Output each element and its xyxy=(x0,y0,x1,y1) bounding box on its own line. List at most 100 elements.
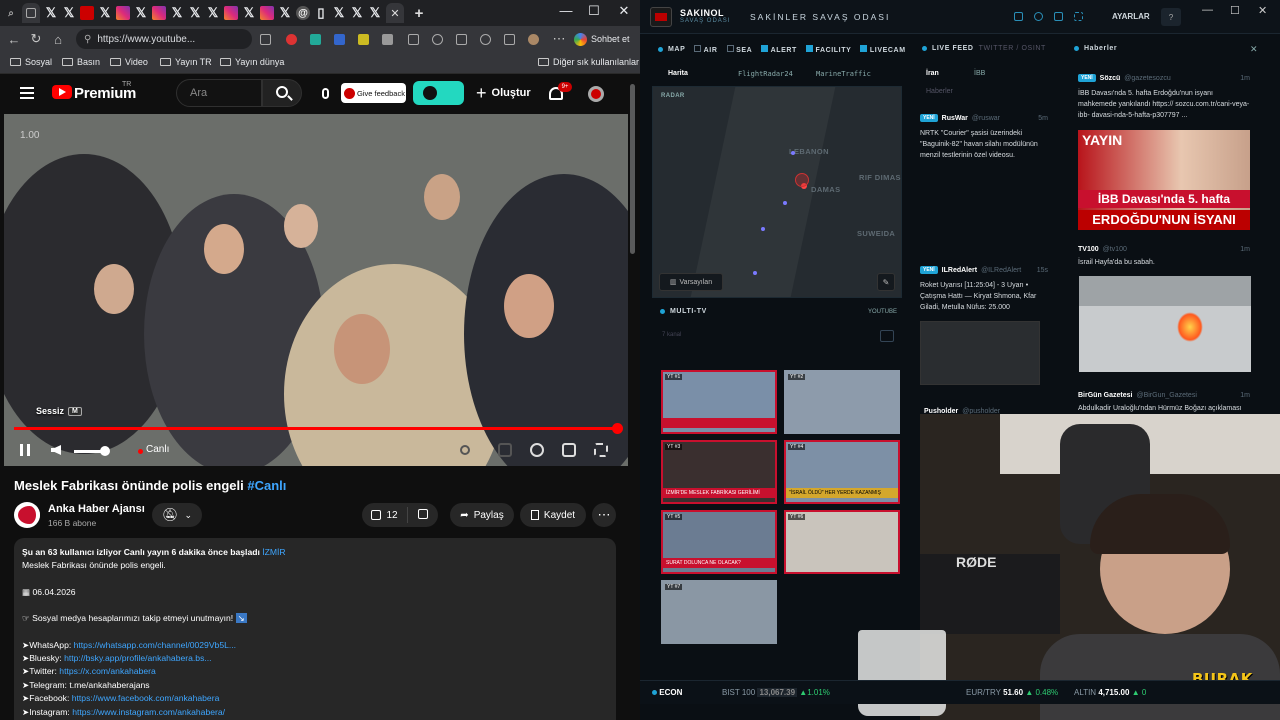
channel-name[interactable]: Anka Haber Ajansı xyxy=(48,503,145,515)
voice-search-button[interactable] xyxy=(314,82,336,104)
checkbox-livecam[interactable] xyxy=(860,45,868,52)
tv-channel-2[interactable]: YT #2 xyxy=(784,370,900,434)
video-progress-bar[interactable] xyxy=(14,423,623,434)
close-window-button[interactable]: ✕ xyxy=(614,3,634,19)
filter-facility[interactable]: FACILITY xyxy=(802,45,851,54)
tv-channel-6[interactable]: YT #6 xyxy=(784,510,900,574)
maximize-button[interactable]: ☐ xyxy=(584,3,604,19)
feed-item-image[interactable] xyxy=(920,321,1040,385)
bookmark-folder[interactable]: Sosyal xyxy=(10,57,52,67)
miniplayer-icon[interactable] xyxy=(562,443,576,457)
broadcast-icon[interactable] xyxy=(1034,12,1043,21)
feed-tab-ibb[interactable]: İBB xyxy=(974,70,985,77)
bluesky-link[interactable]: http://bsky.app/profile/ankahabera.bs... xyxy=(64,653,211,663)
extension-gray-icon[interactable] xyxy=(382,34,393,45)
whatsapp-link[interactable]: https://whatsapp.com/channel/0029Vb5L... xyxy=(74,640,236,650)
filter-alert[interactable]: ALERT xyxy=(757,45,797,54)
page-scrollbar-thumb[interactable] xyxy=(630,84,635,254)
tv-channel-4[interactable]: YT #4 "İSRAİL ÖLDÜ" HER YERDE KAZANMIŞ xyxy=(784,440,900,504)
tv-channel-5[interactable]: YT #5 SURAT DOLUNCA NE OLACAK? xyxy=(661,510,777,574)
news-item[interactable]: BirGün Gazetesi @BirGun_Gazetesi 1m Abdulk… xyxy=(1078,392,1250,414)
channel-avatar[interactable] xyxy=(14,502,40,528)
more-menu-icon[interactable]: ⋯ xyxy=(548,31,570,47)
news-close-icon[interactable]: ✕ xyxy=(1250,44,1258,55)
filter-sea[interactable]: SEA xyxy=(723,45,753,54)
extension-blue-icon[interactable] xyxy=(334,34,345,45)
subtitles-icon[interactable] xyxy=(498,443,512,457)
extension-button[interactable] xyxy=(413,81,464,105)
minimize-button[interactable]: — xyxy=(556,3,576,18)
fullscreen-icon[interactable] xyxy=(594,443,608,457)
tab-x-icon[interactable]: 𝕏 xyxy=(170,5,184,20)
tab-x-icon[interactable]: 𝕏 xyxy=(206,5,220,20)
tab-instagram-icon[interactable] xyxy=(260,6,274,20)
split-view-icon[interactable] xyxy=(408,34,419,45)
video-hashtag-link[interactable]: #Canlı xyxy=(247,478,286,493)
bookmark-folder[interactable]: Yayın TR xyxy=(160,57,212,67)
bookmark-folder[interactable]: Video xyxy=(110,57,148,67)
tab-x-icon[interactable]: 𝕏 xyxy=(242,5,256,20)
volume-muted-icon[interactable] xyxy=(51,445,61,455)
captions-icon[interactable] xyxy=(460,445,470,455)
checkbox-air[interactable] xyxy=(694,45,702,52)
multitv-expand-icon[interactable] xyxy=(880,330,894,342)
help-button[interactable]: ? xyxy=(1161,8,1181,26)
live-label[interactable]: Canlı xyxy=(146,444,169,455)
facebook-link[interactable]: https://www.facebook.com/ankahabera xyxy=(72,693,220,703)
tab-instagram-icon[interactable] xyxy=(224,6,238,20)
tab-harita[interactable]: Harita xyxy=(668,70,688,77)
news-image-ibb[interactable]: YAYIN İBB Davası'nda 5. hafta ERDOĞDU'NU… xyxy=(1078,130,1250,230)
tab-file-icon[interactable]: ▯ xyxy=(314,5,328,20)
tab-x-icon[interactable]: 𝕏 xyxy=(62,5,76,20)
collections-icon[interactable] xyxy=(456,34,467,45)
back-arrow-icon[interactable]: ← xyxy=(3,32,25,47)
map-marker[interactable] xyxy=(783,201,787,205)
radar-map[interactable]: RADAR LEBANON RIF DIMAS DAMAS SUWEIDA ▥ V… xyxy=(652,86,902,298)
search-input[interactable]: Ara xyxy=(176,79,262,107)
tab-x-icon[interactable]: 𝕏 xyxy=(44,5,58,20)
account-avatar[interactable] xyxy=(588,86,604,102)
tab-yt-icon[interactable] xyxy=(80,6,94,20)
reload-icon[interactable]: ↻ xyxy=(25,31,47,47)
news-image-haifa[interactable] xyxy=(1079,276,1251,372)
url-field[interactable]: ⚲ https://www.youtube... xyxy=(76,29,252,49)
map-view-icon[interactable] xyxy=(1014,12,1023,21)
twitter-link[interactable]: https://x.com/ankahabera xyxy=(59,666,156,676)
browser-essentials-icon[interactable] xyxy=(480,34,491,45)
feed-item[interactable]: YENİ ILRedAlert @ILRedAlert 15s Roket Uyarı… xyxy=(920,266,1048,385)
extensions-icon[interactable] xyxy=(504,34,515,45)
tab-x-icon[interactable]: 𝕏 xyxy=(332,5,346,20)
tab-x-icon[interactable]: 𝕏 xyxy=(368,5,382,20)
location-link[interactable]: İZMİR xyxy=(262,547,285,557)
extension-yellow-icon[interactable] xyxy=(358,34,369,45)
site-info-icon[interactable]: ⚲ xyxy=(84,34,91,45)
favorites-icon[interactable] xyxy=(432,34,443,45)
tab-marinetraffic[interactable]: MarineTraffic xyxy=(816,70,871,78)
tab-x-icon[interactable]: 𝕏 xyxy=(278,5,292,20)
tab-close-icon[interactable]: ✕ xyxy=(386,3,404,23)
tab-x-icon[interactable]: 𝕏 xyxy=(98,5,112,20)
extension-green-icon[interactable] xyxy=(310,34,321,45)
tab-x-icon[interactable]: 𝕏 xyxy=(188,5,202,20)
volume-knob[interactable] xyxy=(100,446,110,456)
hamburger-menu-icon[interactable] xyxy=(20,87,34,99)
progress-scrubber[interactable] xyxy=(612,423,623,434)
edit-pencil-icon[interactable]: ✎ xyxy=(877,273,895,291)
bookmark-folder[interactable]: Basın xyxy=(62,57,100,67)
tv-channel-7[interactable]: YT #7 xyxy=(661,580,777,644)
telegram-link[interactable]: t.me/ankahaberajans xyxy=(69,680,149,690)
chart-icon[interactable] xyxy=(1074,12,1083,21)
filter-air[interactable]: AIR xyxy=(690,45,717,54)
map-marker[interactable] xyxy=(791,151,795,155)
video-player[interactable]: 1.00 Sessiz M Canlı xyxy=(4,114,628,466)
tv-channel-3[interactable]: YT #3 İZMİR'DE MESLEK FABRİKASI GERİLİMİ xyxy=(661,440,777,504)
dash-close-button[interactable]: ✕ xyxy=(1258,4,1267,17)
video-description[interactable]: Şu an 63 kullanıcı izliyor Canlı yayın 6… xyxy=(14,538,616,720)
map-marker[interactable] xyxy=(761,227,765,231)
home-icon[interactable]: ⌂ xyxy=(47,32,69,47)
create-button[interactable]: + Oluştur xyxy=(476,82,531,104)
news-item[interactable]: YENİ Sözcü @gazetesozcu 1m İBB Davası'nda 5… xyxy=(1078,74,1250,121)
filter-livecam[interactable]: LIVECAM xyxy=(856,45,905,54)
checkbox-facility[interactable] xyxy=(805,45,813,52)
search-button[interactable] xyxy=(262,79,302,107)
